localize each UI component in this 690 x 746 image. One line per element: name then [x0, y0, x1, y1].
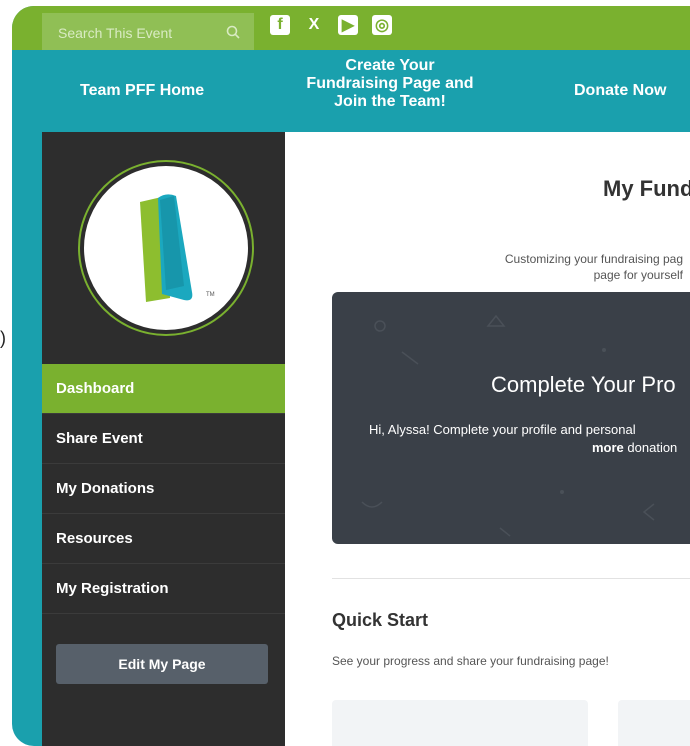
profile-card-title: Complete Your Pro — [491, 372, 676, 397]
main-nav: Team PFF Home Create Your Fundraising Pa… — [12, 50, 690, 132]
stray-paren: ) — [0, 328, 6, 348]
quick-start-card-1[interactable] — [332, 700, 588, 746]
pff-logo-icon: TM — [140, 194, 215, 302]
profile-card-text-2: more donation — [592, 440, 677, 455]
nav-create-page[interactable]: Create Your Fundraising Page and Join th… — [297, 57, 483, 111]
sidebar-item-label: Share Event — [56, 430, 143, 447]
nav-create-line1: Create Your — [345, 57, 435, 74]
section-divider — [332, 578, 690, 579]
nav-donate-now[interactable]: Donate Now — [574, 82, 666, 100]
intro-text-line1: Customizing your fundraising pag — [504, 252, 683, 266]
edit-my-page-button[interactable]: Edit My Page — [56, 644, 268, 684]
sidebar-item-my-donations[interactable]: My Donations — [42, 464, 285, 514]
sidebar: TM Dashboard Share Event My Donations Re… — [42, 132, 285, 746]
intro-text-line2: page for yourself — [593, 268, 683, 282]
complete-profile-card: Complete Your Pro Hi, Alyssa! Complete y… — [332, 292, 690, 544]
sidebar-item-label: Dashboard — [56, 380, 135, 397]
quick-start-subtitle: See your progress and share your fundrai… — [332, 654, 609, 668]
search-icon[interactable] — [226, 25, 240, 39]
main-content: My Fund Customizing your fundraising pag… — [285, 132, 690, 746]
nav-create-line2: Fundraising Page and — [306, 75, 474, 92]
card-decor-icon — [361, 314, 655, 537]
youtube-icon[interactable]: ▶ — [338, 15, 358, 35]
nav-create-line3: Join the Team! — [334, 93, 446, 110]
x-icon[interactable]: X — [304, 15, 324, 35]
sidebar-item-my-registration[interactable]: My Registration — [42, 564, 285, 614]
instagram-icon[interactable]: ◎ — [372, 15, 392, 35]
sidebar-item-label: My Registration — [56, 580, 169, 597]
search-input[interactable]: Search This Event — [42, 13, 254, 51]
edit-my-page-label: Edit My Page — [118, 656, 206, 672]
svg-text:TM: TM — [206, 292, 215, 298]
sidebar-item-label: My Donations — [56, 480, 155, 497]
nav-team-home-label: Team PFF Home — [80, 82, 205, 99]
sidebar-item-share-event[interactable]: Share Event — [42, 414, 285, 464]
browser-frame: Search This Event f X ▶ ◎ Team PFF Home … — [12, 6, 690, 746]
nav-team-home[interactable]: Team PFF Home — [80, 82, 204, 100]
nav-donate-label: Donate Now — [574, 82, 667, 99]
profile-card-rest: donation — [623, 440, 678, 455]
facebook-icon[interactable]: f — [270, 15, 290, 35]
quick-start-card-2[interactable] — [618, 700, 690, 746]
sidebar-item-resources[interactable]: Resources — [42, 514, 285, 564]
pff-logo: TM — [80, 162, 252, 334]
sidebar-menu: Dashboard Share Event My Donations Resou… — [42, 364, 285, 614]
quick-start-title: Quick Start — [332, 610, 429, 630]
page-title: My Fund — [603, 176, 690, 201]
profile-card-bold: more — [592, 440, 624, 455]
social-links: f X ▶ ◎ — [270, 15, 392, 35]
sidebar-item-dashboard[interactable]: Dashboard — [42, 364, 285, 414]
search-placeholder: Search This Event — [58, 25, 173, 41]
sidebar-item-label: Resources — [56, 530, 133, 547]
top-bar: Search This Event f X ▶ ◎ — [12, 6, 690, 51]
profile-card-text: Hi, Alyssa! Complete your profile and pe… — [369, 422, 636, 437]
